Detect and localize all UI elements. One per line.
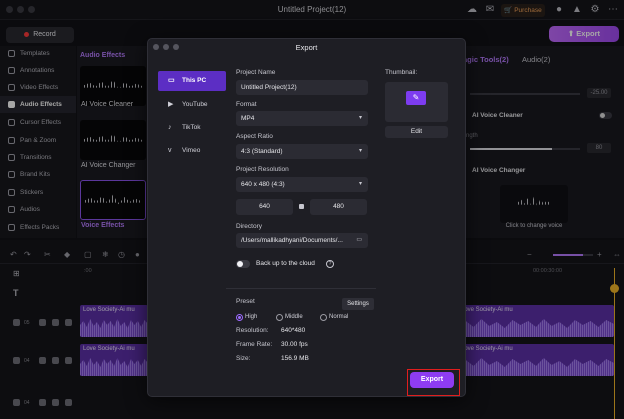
aspect-ratio-label: Aspect Ratio: [236, 133, 273, 140]
format-select[interactable]: MP4 ▾: [236, 111, 368, 126]
directory-input[interactable]: /Users/mallikadhyani/Documents/... ▭: [236, 233, 368, 248]
destination-tiktok[interactable]: ♪ TikTok: [158, 118, 226, 138]
destination-this-pc[interactable]: ▭ This PC: [158, 71, 226, 91]
aspect-ratio-select[interactable]: 4:3 (Standard) ▾: [236, 144, 368, 159]
detail-key: Size:: [236, 355, 251, 362]
destination-label: This PC: [182, 77, 207, 84]
resolution-value: 640 x 480 (4:3): [241, 181, 285, 188]
detail-value: 640*480: [281, 327, 306, 334]
computer-icon: ▭: [168, 77, 175, 84]
destination-label: YouTube: [182, 101, 208, 108]
directory-label: Directory: [236, 223, 263, 230]
cloud-backup-label: Back up to the cloud: [256, 260, 315, 267]
dialog-title: Export: [295, 43, 318, 52]
export-highlight-box: [407, 369, 460, 396]
detail-value: 30.00 fps: [281, 341, 308, 348]
format-label: Format: [236, 101, 257, 108]
format-value: MP4: [241, 115, 255, 122]
destination-vimeo[interactable]: v Vimeo: [158, 141, 226, 161]
detail-key: Resolution:: [236, 327, 269, 334]
vimeo-icon: v: [168, 147, 172, 154]
destination-label: TikTok: [182, 124, 201, 131]
height-input[interactable]: 480: [310, 199, 367, 215]
chevron-down-icon: ▾: [358, 148, 362, 154]
project-name-input[interactable]: Untitled Project(12): [236, 80, 368, 95]
cloud-backup-toggle[interactable]: [236, 260, 250, 268]
preset-label: Preset: [236, 298, 255, 305]
quality-high-radio[interactable]: [236, 314, 243, 321]
detail-key: Frame Rate:: [236, 341, 273, 348]
thumbnail-image-icon: ✎: [406, 91, 426, 105]
youtube-icon: ▶: [168, 101, 174, 108]
divider: [226, 288, 376, 289]
quality-middle-label: Middle: [285, 314, 303, 320]
aspect-ratio-value: 4:3 (Standard): [241, 148, 283, 155]
chevron-down-icon: ▾: [358, 181, 362, 187]
info-icon[interactable]: ?: [326, 260, 334, 268]
resolution-select[interactable]: 640 x 480 (4:3) ▾: [236, 177, 368, 192]
quality-normal-radio[interactable]: [320, 314, 327, 321]
width-input[interactable]: 640: [236, 199, 293, 215]
quality-middle-radio[interactable]: [276, 314, 283, 321]
edit-thumbnail-button[interactable]: Edit: [385, 126, 448, 138]
tiktok-icon: ♪: [168, 124, 172, 131]
link-icon[interactable]: [299, 204, 304, 209]
destination-youtube[interactable]: ▶ YouTube: [158, 95, 226, 115]
folder-icon[interactable]: ▭: [356, 233, 362, 248]
resolution-label: Project Resolution: [236, 166, 289, 173]
settings-button[interactable]: Settings: [342, 298, 374, 310]
quality-high-label: High: [245, 314, 258, 320]
chevron-down-icon: ▾: [358, 115, 362, 121]
quality-normal-label: Normal: [329, 314, 349, 320]
thumbnail-label: Thumbnail:: [385, 69, 418, 76]
project-name-label: Project Name: [236, 69, 276, 76]
detail-value: 156.9 MB: [281, 355, 309, 362]
destination-label: Vimeo: [182, 147, 201, 154]
directory-value: /Users/mallikadhyani/Documents/...: [241, 237, 343, 244]
